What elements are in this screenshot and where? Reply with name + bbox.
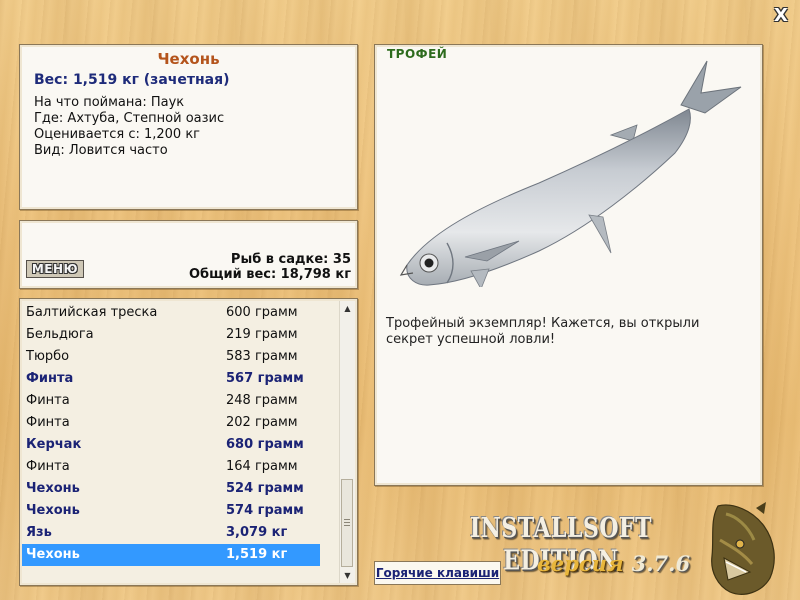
location-detail: Где: Ахтуба, Степной оазис bbox=[34, 111, 225, 126]
fish-count: Рыб в садке: 35 bbox=[230, 252, 351, 267]
version-number: 3.7.6 bbox=[631, 551, 691, 576]
trophy-panel: ТРОФЕЙ Трофейный экземпляр! Кажется, вы … bbox=[374, 44, 763, 486]
fish-name-cell: Чехонь bbox=[26, 503, 80, 518]
version-word: версия bbox=[537, 551, 624, 576]
fish-name-cell: Керчак bbox=[26, 437, 82, 452]
fish-weight-cell: 3,079 кг bbox=[226, 525, 288, 540]
list-item[interactable]: Финта 248 грамм bbox=[22, 390, 322, 412]
list-item[interactable]: Тюрбо 583 грамм bbox=[22, 346, 322, 368]
list-item[interactable]: Чехонь 524 грамм bbox=[22, 478, 322, 500]
rated-from-detail: Оценивается с: 1,200 кг bbox=[34, 127, 201, 142]
fish-weight-cell: 600 грамм bbox=[226, 305, 298, 320]
keepnet-stats-panel: МЕНЮ Рыб в садке: 35 Общий вес: 18,798 к… bbox=[19, 220, 358, 289]
list-item-selected[interactable]: Чехонь 1,519 кг bbox=[22, 544, 320, 566]
scroll-down-icon[interactable]: ▼ bbox=[340, 568, 355, 583]
fish-image bbox=[399, 60, 742, 287]
trophy-description: Трофейный экземпляр! Кажется, вы открыли… bbox=[386, 316, 700, 347]
list-item[interactable]: Финта 202 грамм bbox=[22, 412, 322, 434]
fish-name-cell: Финта bbox=[26, 415, 70, 430]
scroll-up-icon[interactable]: ▲ bbox=[340, 301, 355, 316]
fish-name: Чехонь bbox=[157, 50, 220, 68]
fish-weight-cell: 680 грамм bbox=[226, 437, 304, 452]
fish-weight-cell: 574 грамм bbox=[226, 503, 304, 518]
menu-button[interactable]: МЕНЮ bbox=[26, 260, 84, 278]
total-weight: Общий вес: 18,798 кг bbox=[188, 267, 351, 282]
fish-weight-cell: 202 грамм bbox=[226, 415, 298, 430]
fish-name-cell: Чехонь bbox=[26, 481, 80, 496]
fish-name-cell: Тюрбо bbox=[26, 349, 70, 364]
version-label: версия 3.7.6 bbox=[537, 551, 690, 576]
scroll-thumb[interactable] bbox=[341, 479, 353, 567]
catch-list: Балтийская треска 600 грамм Бельдюга 219 гр… bbox=[19, 298, 358, 586]
list-item[interactable]: Финта 567 грамм bbox=[22, 368, 322, 390]
fish-name-cell: Бельдюга bbox=[26, 327, 94, 342]
species-detail: Вид: Ловится часто bbox=[34, 143, 168, 158]
list-item[interactable]: Балтийская треска 600 грамм bbox=[22, 302, 322, 324]
bait-detail: На что поймана: Паук bbox=[34, 95, 185, 110]
fish-name-cell: Финта bbox=[26, 393, 70, 408]
list-item[interactable]: Финта 164 грамм bbox=[22, 456, 322, 478]
fish-name-cell: Финта bbox=[26, 459, 70, 474]
list-scrollbar[interactable]: ▲ ▼ bbox=[339, 301, 355, 583]
fish-weight-cell: 1,519 кг bbox=[226, 547, 288, 562]
close-button[interactable]: X bbox=[772, 7, 790, 25]
list-item[interactable]: Керчак 680 грамм bbox=[22, 434, 322, 456]
fish-name-cell: Чехонь bbox=[26, 547, 80, 562]
fish-info-panel: Чехонь Вес: 1,519 кг (зачетная) На что п… bbox=[19, 44, 358, 210]
list-item[interactable]: Чехонь 574 грамм bbox=[22, 500, 322, 522]
fish-weight-cell: 219 грамм bbox=[226, 327, 298, 342]
fish-weight-cell: 248 грамм bbox=[226, 393, 298, 408]
list-item[interactable]: Язь 3,079 кг bbox=[22, 522, 322, 544]
fish-weight: Вес: 1,519 кг (зачетная) bbox=[34, 72, 230, 88]
fish-name-cell: Язь bbox=[26, 525, 52, 540]
fish-weight-cell: 567 грамм bbox=[226, 371, 304, 386]
fish-weight-cell: 524 грамм bbox=[226, 481, 304, 496]
pike-logo bbox=[711, 502, 775, 595]
fish-weight-cell: 583 грамм bbox=[226, 349, 298, 364]
fish-weight-cell: 164 грамм bbox=[226, 459, 298, 474]
list-item[interactable]: Бельдюга 219 грамм bbox=[22, 324, 322, 346]
fish-name-cell: Балтийская треска bbox=[26, 305, 158, 320]
fish-name-cell: Финта bbox=[26, 371, 74, 386]
